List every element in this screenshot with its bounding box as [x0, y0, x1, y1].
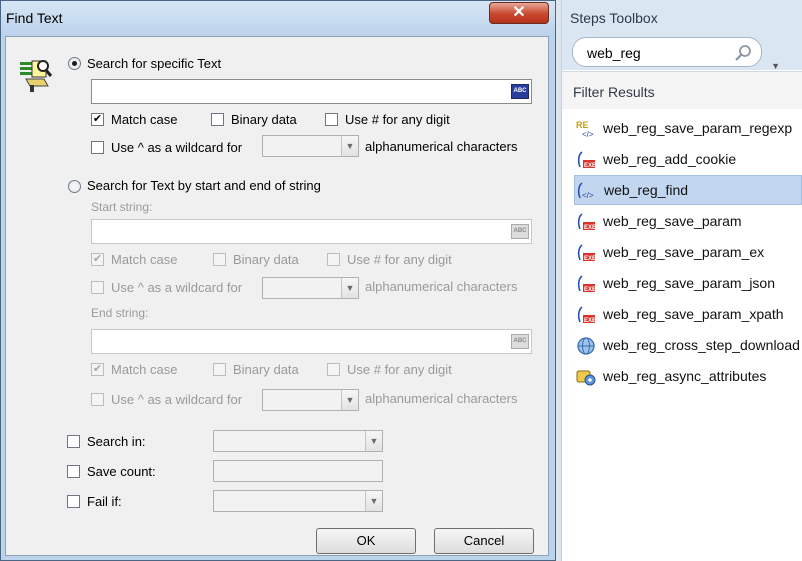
chevron-down-icon[interactable]: ▼: [341, 278, 358, 298]
exe-step-icon: EXE: [577, 151, 596, 169]
find-text-icon: [20, 60, 53, 92]
search-in-checkbox[interactable]: [67, 435, 80, 448]
chevron-down-icon[interactable]: ▼: [341, 390, 358, 410]
start-end-radio[interactable]: [68, 180, 81, 193]
exe-step-icon: EXE: [577, 275, 596, 293]
search-in-label: Search in:: [87, 434, 146, 449]
end-wildcard-label: Use ^ as a wildcard for: [111, 392, 243, 407]
svg-text:EXE: EXE: [584, 256, 596, 262]
start-wildcard-label: Use ^ as a wildcard for: [111, 280, 243, 295]
end-string-input[interactable]: ABC: [91, 329, 532, 354]
start-string-input[interactable]: ABC: [91, 219, 532, 244]
regexp-step-icon: RE </>: [576, 120, 594, 139]
start-match-case-label: Match case: [111, 252, 178, 267]
alphanum-label: alphanumerical characters: [365, 139, 518, 154]
step-item-web-reg-save-param-regexp[interactable]: RE </> web_reg_save_param_regexp: [574, 114, 802, 144]
digit-checkbox[interactable]: [325, 113, 338, 126]
end-string-label: End string:: [91, 306, 149, 320]
end-match-case-label: Match case: [111, 362, 178, 377]
svg-text:EXE: EXE: [584, 163, 596, 169]
specific-text-radio[interactable]: [68, 57, 81, 70]
step-item-web-reg-find[interactable]: </> web_reg_find: [574, 175, 802, 205]
steps-toolbox: Steps Toolbox web_reg ▼ Filter Results R…: [562, 0, 802, 561]
chevron-down-icon[interactable]: ▼: [365, 491, 382, 511]
close-icon: ✕: [512, 4, 526, 21]
end-wildcard-checkbox[interactable]: [91, 393, 104, 406]
toolbox-search-input[interactable]: web_reg: [572, 37, 762, 67]
exe-step-icon: EXE: [577, 244, 596, 262]
async-step-icon: [576, 370, 596, 386]
start-string-label: Start string:: [91, 200, 153, 214]
wildcard-checkbox[interactable]: [91, 141, 104, 154]
text-editor-icon[interactable]: ABC: [511, 224, 529, 239]
dialog-title-bar[interactable]: Find Text ✕: [1, 1, 555, 35]
save-count-checkbox[interactable]: [67, 465, 80, 478]
step-item-web-reg-save-param[interactable]: EXE web_reg_save_param: [574, 207, 802, 237]
match-case-checkbox[interactable]: [91, 113, 104, 126]
binary-data-checkbox[interactable]: [211, 113, 224, 126]
fail-if-select[interactable]: ▼: [213, 490, 383, 512]
globe-step-icon: [577, 337, 595, 355]
svg-text:</>: </>: [582, 130, 594, 139]
svg-text:RE: RE: [576, 120, 589, 130]
fail-if-checkbox[interactable]: [67, 495, 80, 508]
start-end-label: Search for Text by start and end of stri…: [87, 178, 321, 193]
start-wildcard-select[interactable]: ▼: [262, 277, 359, 299]
step-item-web-reg-add-cookie[interactable]: EXE web_reg_add_cookie: [574, 145, 802, 175]
ok-button[interactable]: OK: [316, 528, 416, 554]
toolbox-header: Steps Toolbox: [562, 0, 802, 36]
svg-text:EXE: EXE: [584, 318, 596, 324]
exe-step-icon: EXE: [577, 213, 596, 231]
end-binary-checkbox[interactable]: [213, 363, 226, 376]
end-wildcard-select[interactable]: ▼: [262, 389, 359, 411]
svg-text:EXE: EXE: [584, 225, 596, 231]
wildcard-select[interactable]: ▼: [262, 135, 359, 157]
toolbox-title: Steps Toolbox: [570, 10, 658, 26]
chevron-down-icon[interactable]: ▼: [365, 431, 382, 451]
wildcard-label: Use ^ as a wildcard for: [111, 140, 243, 155]
svg-text:EXE: EXE: [584, 287, 596, 293]
start-binary-checkbox[interactable]: [213, 253, 226, 266]
save-count-input[interactable]: [213, 460, 383, 482]
svg-text:</>: </>: [582, 191, 594, 200]
find-step-icon: </>: [577, 182, 594, 200]
end-digit-checkbox[interactable]: [327, 363, 340, 376]
step-item-web-reg-save-param-xpath[interactable]: EXE web_reg_save_param_xpath: [574, 300, 802, 330]
start-alphanum-label: alphanumerical characters: [365, 279, 518, 294]
end-alphanum-label: alphanumerical characters: [365, 391, 518, 406]
chevron-down-icon[interactable]: ▼: [771, 61, 780, 71]
step-item-web-reg-async-attributes[interactable]: web_reg_async_attributes: [574, 362, 802, 392]
dialog-title: Find Text: [6, 10, 63, 26]
text-editor-icon[interactable]: ABC: [511, 84, 529, 99]
cancel-button[interactable]: Cancel: [434, 528, 534, 554]
start-match-case-checkbox[interactable]: [91, 253, 104, 266]
step-item-web-reg-save-param-ex[interactable]: EXE web_reg_save_param_ex: [574, 238, 802, 268]
end-match-case-checkbox[interactable]: [91, 363, 104, 376]
close-button[interactable]: ✕: [489, 2, 549, 24]
start-wildcard-checkbox[interactable]: [91, 281, 104, 294]
end-binary-label: Binary data: [233, 362, 299, 377]
search-icon[interactable]: [733, 43, 753, 63]
end-digit-label: Use # for any digit: [347, 362, 452, 377]
specific-text-label: Search for specific Text: [87, 56, 222, 71]
specific-text-input[interactable]: ABC: [91, 79, 532, 104]
binary-data-label: Binary data: [231, 112, 297, 127]
search-in-select[interactable]: ▼: [213, 430, 383, 452]
step-item-web-reg-cross-step-download[interactable]: web_reg_cross_step_download: [574, 331, 802, 361]
fail-if-label: Fail if:: [87, 494, 122, 509]
save-count-label: Save count:: [87, 464, 156, 479]
start-digit-checkbox[interactable]: [327, 253, 340, 266]
toolbox-search-area: web_reg: [562, 36, 802, 106]
dialog-content: Search for specific Text ABC Match case …: [5, 36, 549, 556]
exe-step-icon: EXE: [577, 306, 596, 324]
start-digit-label: Use # for any digit: [347, 252, 452, 267]
start-binary-label: Binary data: [233, 252, 299, 267]
match-case-label: Match case: [111, 112, 178, 127]
chevron-down-icon[interactable]: ▼: [341, 136, 358, 156]
filter-results-header: Filter Results: [562, 71, 802, 109]
digit-label: Use # for any digit: [345, 112, 450, 127]
text-editor-icon[interactable]: ABC: [511, 334, 529, 349]
find-text-dialog: Find Text ✕ Search for specific Text ABC…: [0, 0, 556, 561]
step-item-web-reg-save-param-json[interactable]: EXE web_reg_save_param_json: [574, 269, 802, 299]
